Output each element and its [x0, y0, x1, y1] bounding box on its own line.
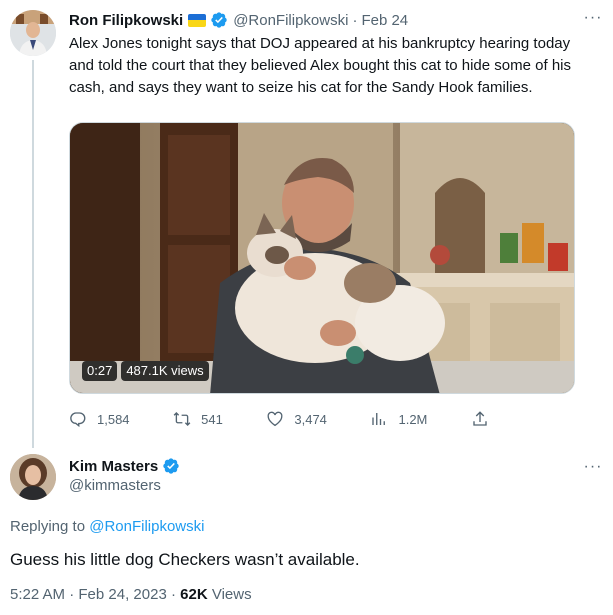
views-count: 1.2M [398, 411, 428, 427]
tweet-date[interactable]: Feb 24, 2023 [78, 586, 166, 603]
tweet-meta: 5:22 AM · Feb 24, 2023 · 62K Views [10, 586, 252, 603]
tweet-time[interactable]: 5:22 AM [10, 586, 65, 603]
views-count: 62K [180, 586, 208, 603]
video-views: 487.1K views [121, 361, 209, 381]
avatar[interactable] [10, 454, 56, 500]
more-icon[interactable]: ··· [581, 6, 605, 30]
tweet-text: Guess his little dog Checkers wasn’t ava… [10, 550, 360, 569]
like-count: 3,474 [294, 411, 327, 427]
share-icon [473, 411, 487, 426]
reply-icon [70, 412, 86, 428]
tweet-date[interactable]: Feb 24 [361, 12, 408, 29]
retweet-icon [173, 412, 191, 426]
tweet-header: Ron Filipkowski @RonFilipkowski · Feb 24 [69, 10, 593, 30]
heart-icon [267, 411, 283, 427]
video-thumbnail [70, 123, 574, 393]
retweet-count: 541 [201, 411, 223, 427]
retweet-button[interactable]: 541 [173, 410, 223, 428]
author-name[interactable]: Ron Filipkowski [69, 12, 183, 29]
main-tweet[interactable]: Ron Filipkowski @RonFilipkowski · Feb 24… [0, 0, 613, 448]
separator: · [170, 586, 176, 603]
video-player[interactable]: 0:27 487.1K views [69, 122, 575, 394]
video-duration: 0:27 [82, 361, 118, 381]
thread-line [32, 60, 34, 448]
avatar[interactable] [10, 10, 56, 56]
ukraine-flag-icon [188, 13, 207, 27]
author-name[interactable]: Kim Masters [69, 458, 158, 475]
replying-to-prefix: Replying to [10, 518, 90, 535]
like-button[interactable]: 3,474 [266, 410, 327, 428]
separator: · [69, 586, 75, 603]
tweet-text: Alex Jones tonight says that DOJ appeare… [69, 35, 571, 96]
author-handle[interactable]: @RonFilipkowski [233, 12, 348, 29]
views-label: Views [207, 586, 252, 603]
replying-to: Replying to @RonFilipkowski [10, 518, 204, 535]
separator: · [352, 11, 358, 29]
tweet-actions: 1,584 541 3,474 1.2M [69, 407, 499, 431]
verified-badge-icon[interactable] [162, 457, 180, 475]
share-button[interactable] [471, 410, 499, 428]
reply-count: 1,584 [97, 411, 130, 427]
more-icon[interactable]: ··· [581, 455, 605, 479]
author-name-row: Kim Masters [69, 456, 180, 476]
reply-button[interactable]: 1,584 [69, 410, 130, 428]
bar-chart-icon [372, 413, 386, 425]
verified-badge-icon[interactable] [210, 11, 228, 29]
reply-tweet[interactable]: Kim Masters @kimmasters ··· Replying to … [0, 445, 613, 615]
author-handle[interactable]: @kimmasters [69, 477, 161, 494]
views-button[interactable]: 1.2M [370, 410, 427, 428]
replying-to-link[interactable]: @RonFilipkowski [89, 518, 204, 535]
video-badges: 0:27 487.1K views [82, 361, 209, 381]
